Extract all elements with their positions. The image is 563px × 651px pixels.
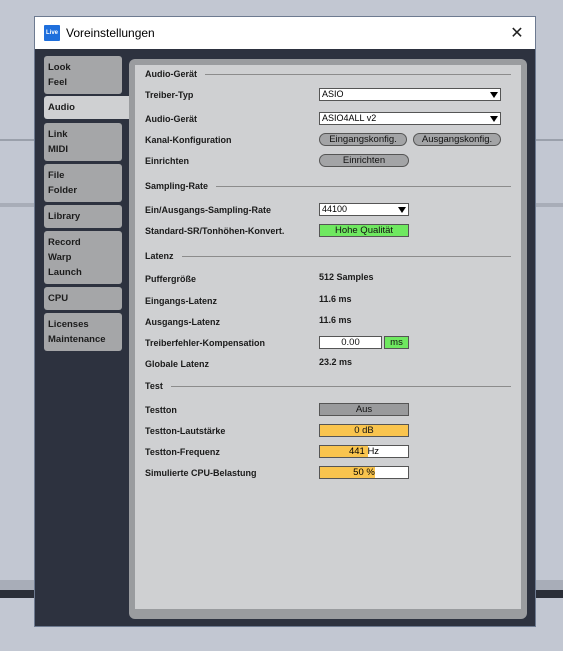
section-divider (170, 385, 511, 387)
driver-type-value: ASIO (322, 89, 344, 99)
output-latency-label: Ausgangs-Latenz (145, 317, 221, 327)
background-band (0, 580, 34, 590)
driver-error-comp-unit[interactable]: ms (384, 336, 409, 349)
tab-label: Record (48, 237, 81, 248)
tab-cpu[interactable]: CPU (44, 287, 122, 310)
audio-device-label: Audio-Gerät (145, 114, 198, 124)
output-config-button[interactable]: Ausgangskonfig. (413, 133, 501, 146)
test-tone-frequency-slider[interactable]: 441 Hz (319, 445, 409, 458)
background-divider (536, 203, 563, 207)
tab-label: Launch (48, 267, 82, 278)
background-divider (536, 139, 563, 141)
chevron-down-icon (490, 92, 498, 98)
cpu-load-value: 50 % (353, 467, 375, 478)
channel-config-label: Kanal-Konfiguration (145, 135, 232, 145)
simulated-cpu-load-slider[interactable]: 50 % (319, 466, 409, 479)
tab-label: Licenses (48, 319, 89, 330)
global-latency-label: Globale Latenz (145, 359, 210, 369)
setup-label: Einrichten (145, 156, 190, 166)
driver-type-label: Treiber-Typ (145, 90, 194, 100)
io-sample-rate-label: Ein/Ausgangs-Sampling-Rate (145, 205, 272, 215)
live-app-icon: Live (44, 25, 60, 41)
frequency-value: 441 (348, 446, 365, 457)
background-divider (0, 203, 34, 207)
io-sample-rate-dropdown[interactable]: 44100 (319, 203, 409, 216)
tab-label: MIDI (48, 144, 69, 155)
tab-label: File (48, 170, 65, 181)
background-band (0, 590, 34, 598)
background-divider (0, 139, 34, 141)
input-config-button[interactable]: Eingangskonfig. (319, 133, 407, 146)
section-divider (216, 185, 511, 187)
chevron-down-icon (490, 116, 498, 122)
chevron-down-icon (398, 207, 406, 213)
preferences-window: Live Voreinstellungen ✕ Look Feel Audio … (34, 16, 536, 627)
title-bar[interactable]: Live Voreinstellungen ✕ (35, 17, 535, 49)
tab-licenses-maintenance[interactable]: Licenses Maintenance (44, 313, 122, 351)
conversion-label: Standard-SR/Tonhöhen-Konvert. (145, 226, 285, 236)
test-tone-volume-slider[interactable]: 0 dB (319, 424, 409, 437)
background-band (536, 590, 563, 598)
window-title: Voreinstellungen (66, 26, 155, 40)
io-sample-rate-value: 44100 (322, 204, 348, 214)
tab-label: Folder (48, 185, 78, 196)
section-divider (205, 73, 511, 75)
simulated-cpu-load-label: Simulierte CPU-Belastung (145, 468, 257, 478)
tab-label: Link (48, 129, 68, 140)
test-tone-volume-label: Testton-Lautstärke (145, 426, 226, 436)
background-band (536, 580, 563, 590)
section-sample-rate: Sampling-Rate (145, 181, 511, 191)
output-latency-value: 11.6 ms (319, 315, 352, 325)
section-latency: Latenz (145, 251, 511, 261)
frequency-unit: Hz (367, 446, 380, 457)
conversion-quality-toggle[interactable]: Hohe Qualität (319, 224, 409, 237)
test-tone-frequency-label: Testton-Frequenz (145, 447, 220, 457)
tab-label: Feel (48, 77, 68, 88)
buffer-size-label: Puffergröße (145, 274, 197, 284)
section-heading: Test (145, 381, 163, 391)
section-heading: Latenz (145, 251, 174, 261)
input-latency-value: 11.6 ms (319, 294, 352, 304)
tab-label: Warp (48, 252, 72, 263)
driver-error-comp-label: Treiberfehler-Kompensation (145, 338, 266, 348)
tab-library[interactable]: Library (44, 205, 122, 228)
tab-audio[interactable]: Audio (44, 96, 134, 119)
audio-device-dropdown[interactable]: ASIO4ALL v2 (319, 112, 501, 125)
tab-label: Look (48, 62, 71, 73)
tab-label: CPU (48, 293, 69, 304)
tab-record-warp-launch[interactable]: Record Warp Launch (44, 231, 122, 284)
tab-label: Library (48, 211, 81, 222)
close-icon[interactable]: ✕ (507, 23, 527, 43)
section-heading: Audio-Gerät (145, 69, 198, 79)
setup-button[interactable]: Einrichten (319, 154, 409, 167)
tab-look-feel[interactable]: Look Feel (44, 56, 122, 94)
content-frame: Audio-Gerät Treiber-Typ ASIO Audio-Gerät… (129, 59, 527, 619)
driver-type-dropdown[interactable]: ASIO (319, 88, 501, 101)
input-latency-label: Eingangs-Latenz (145, 296, 218, 306)
driver-error-comp-input[interactable]: 0.00 (319, 336, 382, 349)
test-tone-label: Testton (145, 405, 177, 415)
tab-file-folder[interactable]: File Folder (44, 164, 122, 202)
buffer-size-value[interactable]: 512 Samples (319, 272, 374, 282)
section-heading: Sampling-Rate (145, 181, 209, 191)
section-audio-device: Audio-Gerät (145, 69, 511, 79)
test-tone-toggle[interactable]: Aus (319, 403, 409, 416)
tab-link-midi[interactable]: Link MIDI (44, 123, 122, 161)
section-divider (181, 255, 511, 257)
audio-preferences-panel: Audio-Gerät Treiber-Typ ASIO Audio-Gerät… (135, 65, 521, 609)
section-test: Test (145, 381, 511, 391)
tab-label: Maintenance (48, 334, 106, 345)
tab-label: Audio (48, 102, 75, 113)
audio-device-value: ASIO4ALL v2 (322, 113, 377, 123)
global-latency-value: 23.2 ms (319, 357, 353, 367)
